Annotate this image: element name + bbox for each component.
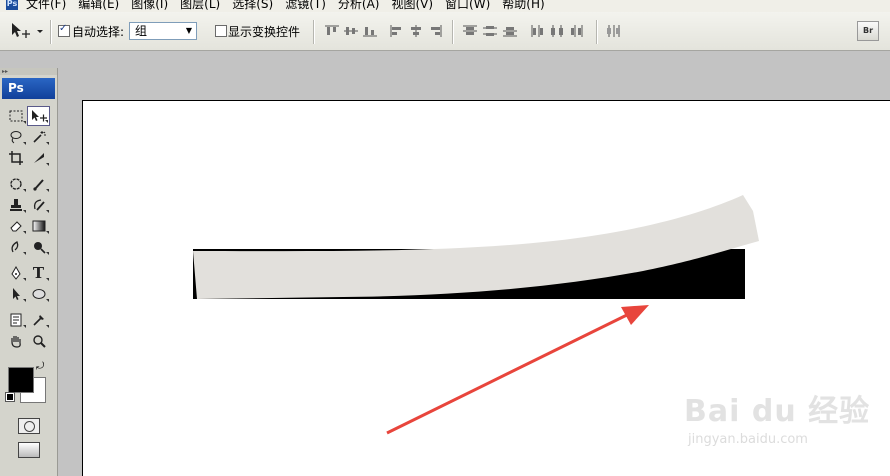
baidu-watermark: Bai du 经验 jingyan.baidu.com <box>676 386 886 466</box>
watermark-text: Bai du 经验 <box>684 394 871 429</box>
eyedropper-tool-icon[interactable] <box>27 310 50 330</box>
menu-view[interactable]: 视图(V) <box>391 0 433 12</box>
align-vcenter-icon[interactable] <box>343 25 359 37</box>
show-transform-checkbox[interactable] <box>215 25 227 37</box>
menu-help[interactable]: 帮助(H) <box>502 0 544 12</box>
pen-tool-icon[interactable] <box>4 263 27 283</box>
auto-select-checkbox[interactable] <box>58 23 70 37</box>
red-arrow <box>386 305 649 435</box>
align-left-icon[interactable] <box>389 25 405 37</box>
align-hcenter-icon[interactable] <box>408 25 424 37</box>
foreground-color-swatch[interactable] <box>8 367 34 393</box>
distribute-bottom-icon[interactable] <box>502 25 518 37</box>
menu-items: 文件(F) 编辑(E) 图像(I) 图层(L) 选择(S) 滤镜(T) 分析(A… <box>26 0 545 12</box>
move-tool-icon <box>12 23 43 38</box>
menu-layer[interactable]: 图层(L) <box>180 0 220 12</box>
screen-mode-button[interactable] <box>18 442 40 458</box>
tools-panel: ▸▸ Ps T ⤾ <box>0 68 58 476</box>
type-tool-icon[interactable]: T <box>27 263 50 283</box>
distribute-vcenter-icon[interactable] <box>482 25 498 37</box>
hand-tool-icon[interactable] <box>4 331 27 351</box>
menu-bar: Ps 文件(F) 编辑(E) 图像(I) 图层(L) 选择(S) 滤镜(T) 分… <box>0 0 890 12</box>
auto-select-value: 组 <box>135 24 148 38</box>
align-bottom-icon[interactable] <box>362 25 378 37</box>
panel-grip-icon[interactable]: ▸▸ <box>0 68 57 75</box>
panel-logo: Ps <box>2 78 55 99</box>
eraser-tool-icon[interactable] <box>4 216 27 236</box>
align-right-icon[interactable] <box>427 25 443 37</box>
notes-tool-icon[interactable] <box>4 310 27 330</box>
show-transform-label: 显示变换控件 <box>228 25 301 39</box>
menu-window[interactable]: 窗口(W) <box>445 0 490 12</box>
color-swatches: ⤾ <box>5 361 54 409</box>
tool-grid: T <box>4 106 54 352</box>
history-brush-tool-icon[interactable] <box>27 195 50 215</box>
crop-tool-icon[interactable] <box>4 148 27 168</box>
chevron-down-icon: ▼ <box>185 26 192 35</box>
menu-file[interactable]: 文件(F) <box>26 0 66 12</box>
auto-select-dropdown[interactable]: 组 ▼ <box>129 22 197 40</box>
separator <box>596 20 598 44</box>
slice-tool-icon[interactable] <box>27 148 50 168</box>
tool-preset-picker[interactable] <box>8 21 44 41</box>
magic-wand-tool-icon[interactable] <box>27 127 50 147</box>
distribute-right-icon[interactable] <box>568 25 584 37</box>
auto-select-label: 自动选择: <box>72 25 125 39</box>
align-top-icon[interactable] <box>324 25 340 37</box>
swap-colors-icon[interactable]: ⤾ <box>36 361 44 372</box>
menu-analysis[interactable]: 分析(A) <box>338 0 380 12</box>
watermark-url: jingyan.baidu.com <box>688 432 808 447</box>
blur-tool-icon[interactable] <box>4 237 27 257</box>
distribute-left-icon[interactable] <box>530 25 546 37</box>
brush-tool-icon[interactable] <box>27 174 50 194</box>
bridge-label: Br <box>862 26 874 35</box>
auto-align-layers-icon[interactable] <box>606 25 622 37</box>
clone-stamp-tool-icon[interactable] <box>4 195 27 215</box>
separator <box>452 20 454 44</box>
ellipse-shape-tool-icon[interactable] <box>27 284 50 304</box>
lasso-tool-icon[interactable] <box>4 127 27 147</box>
zoom-tool-icon[interactable] <box>27 331 50 351</box>
menu-image[interactable]: 图像(I) <box>131 0 168 12</box>
distribute-top-icon[interactable] <box>462 25 478 37</box>
distribute-hcenter-icon[interactable] <box>549 25 565 37</box>
move-tool-icon[interactable] <box>27 106 50 126</box>
healing-brush-tool-icon[interactable] <box>4 174 27 194</box>
menu-filter[interactable]: 滤镜(T) <box>285 0 326 12</box>
dodge-tool-icon[interactable] <box>27 237 50 257</box>
menu-select[interactable]: 选择(S) <box>232 0 273 12</box>
quick-mask-button[interactable] <box>18 418 40 434</box>
path-selection-tool-icon[interactable] <box>4 284 27 304</box>
menu-edit[interactable]: 编辑(E) <box>78 0 119 12</box>
separator <box>313 20 315 44</box>
options-bar: 自动选择: 组 ▼ 显示变换控件 Br <box>0 12 890 51</box>
bridge-button[interactable]: Br <box>857 21 879 41</box>
app-icon: Ps <box>6 0 18 10</box>
gradient-tool-icon[interactable] <box>27 216 50 236</box>
marquee-tool-icon[interactable] <box>4 106 27 126</box>
separator <box>50 20 52 44</box>
default-colors-icon[interactable] <box>5 392 15 402</box>
